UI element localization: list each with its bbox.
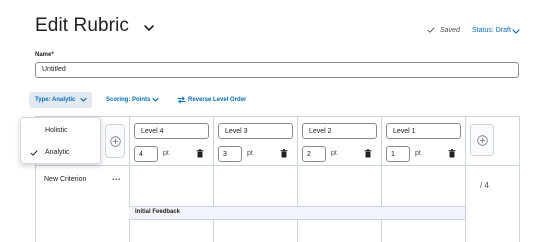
chevron-down-icon[interactable] (80, 97, 87, 103)
check-icon (30, 150, 38, 156)
chevron-down-icon[interactable] (512, 28, 520, 35)
level-name-input[interactable]: Level 3 (218, 123, 293, 139)
points-unit: pt (415, 150, 421, 157)
trash-icon[interactable] (448, 149, 456, 158)
add-circle-icon (110, 136, 121, 147)
add-level-left-button[interactable] (105, 124, 125, 158)
trash-icon[interactable] (280, 149, 288, 158)
saved-indicator: Saved (440, 27, 460, 34)
add-circle-icon (477, 135, 488, 146)
points-unit: pt (163, 150, 169, 157)
level-points-input[interactable]: 4 (134, 146, 158, 162)
grid-divider (129, 116, 130, 242)
menu-item-holistic[interactable]: Holistic (21, 120, 100, 142)
status-dropdown[interactable]: Status: Draft (472, 27, 511, 34)
chevron-down-icon[interactable] (152, 97, 159, 103)
grid-divider (381, 116, 382, 242)
more-options-icon[interactable]: ... (112, 172, 121, 182)
menu-item-label: Holistic (45, 127, 68, 134)
check-icon (427, 27, 435, 33)
rubric-grid-top-border (35, 116, 519, 117)
grid-divider (297, 116, 298, 242)
level-name-input[interactable]: Level 2 (302, 123, 377, 139)
trash-icon[interactable] (196, 149, 204, 158)
swap-arrows-icon[interactable] (177, 96, 186, 104)
level-points-input[interactable]: 3 (218, 146, 242, 162)
grid-divider (465, 116, 466, 242)
chevron-down-icon[interactable] (142, 21, 156, 35)
menu-item-analytic[interactable]: Analytic (21, 142, 100, 164)
add-level-right-button[interactable] (470, 124, 494, 156)
level-name-input[interactable]: Level 1 (386, 123, 461, 139)
name-field[interactable]: Untitled (35, 62, 519, 78)
menu-item-label: Analytic (45, 149, 70, 156)
type-dropdown-label[interactable]: Type: Analytic (35, 97, 75, 103)
scoring-dropdown[interactable]: Scoring: Points (106, 97, 150, 103)
level-points-input[interactable]: 1 (386, 146, 410, 162)
name-label: Name* (35, 52, 54, 58)
points-unit: pt (331, 150, 337, 157)
initial-feedback-label: Initial Feedback (135, 209, 181, 215)
criterion-name[interactable]: New Criterion (44, 176, 86, 183)
grid-divider (35, 165, 519, 166)
level-name-input[interactable]: Level 4 (134, 123, 209, 139)
points-unit: pt (247, 150, 253, 157)
grid-divider (519, 116, 520, 242)
trash-icon[interactable] (364, 149, 372, 158)
reverse-level-order-button[interactable]: Reverse Level Order (188, 97, 246, 103)
criterion-points-total: / 4 (480, 181, 489, 190)
type-dropdown-menu: Holistic Analytic (20, 117, 101, 164)
page-title: Edit Rubric (35, 15, 130, 36)
level-points-input[interactable]: 2 (302, 146, 326, 162)
grid-divider (213, 116, 214, 242)
